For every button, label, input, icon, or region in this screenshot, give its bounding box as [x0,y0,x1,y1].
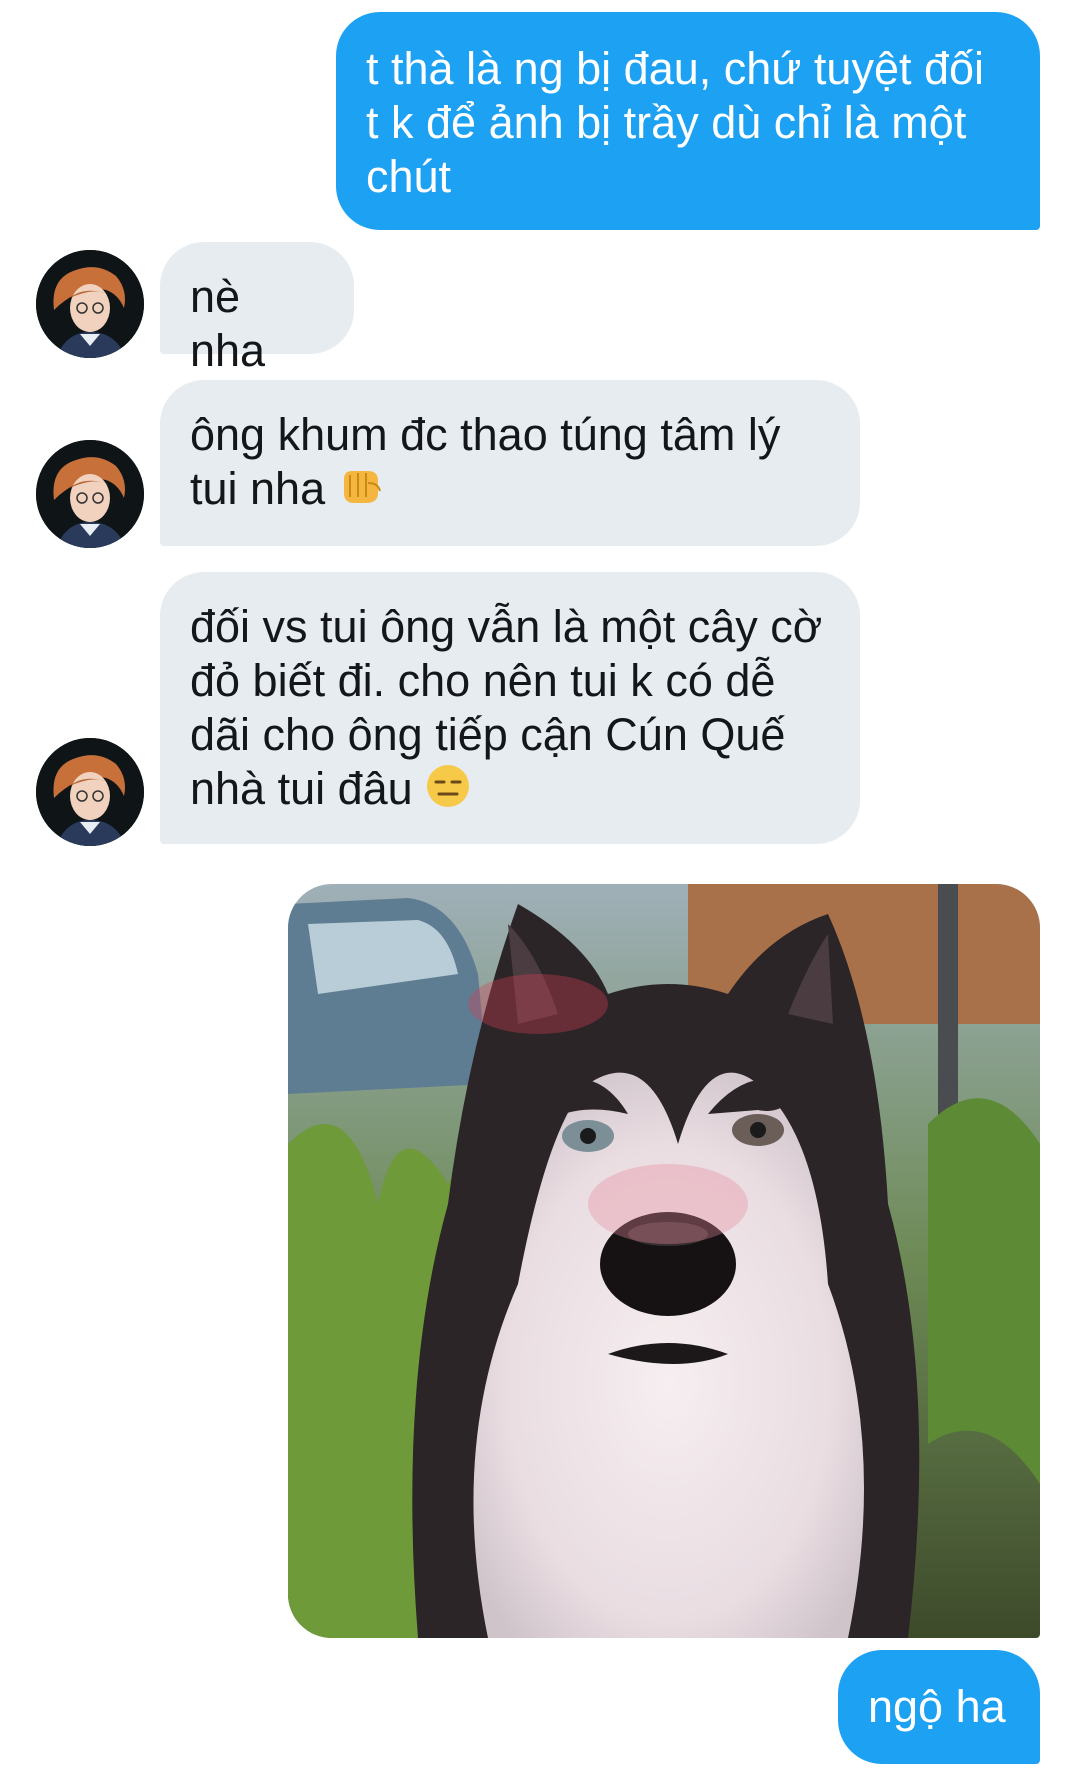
husky-photo[interactable] [288,884,1040,1638]
incoming-message-bubble[interactable]: nè nha [160,242,354,376]
message-text: đối vs tui ông vẫn là một cây cờ đỏ biết… [190,601,823,814]
avatar[interactable] [36,440,144,548]
fist-bump-emoji [338,465,384,519]
message-text-with-emoji: ông khum đc thao túng tâm lý tui nha [190,408,830,519]
incoming-message-bubble[interactable]: đối vs tui ông vẫn là một cây cờ đỏ biết… [160,572,860,844]
outgoing-message-bubble[interactable]: t thà là ng bị đau, chứ tuyệt đối t k để… [336,12,1040,230]
incoming-message-bubble[interactable]: ông khum đc thao túng tâm lý tui nha [160,380,860,546]
avatar[interactable] [36,738,144,846]
avatar[interactable] [36,250,144,358]
message-text: nè nha [190,271,266,376]
message-text: t thà là ng bị đau, chứ tuyệt đối t k để… [366,43,985,202]
message-text: ngộ ha [868,1681,1006,1732]
message-text-with-emoji: đối vs tui ông vẫn là một cây cờ đỏ biết… [190,600,830,821]
expressionless-face-emoji [425,763,471,821]
message-text: ông khum đc thao túng tâm lý tui nha [190,409,781,514]
outgoing-message-bubble[interactable]: ngộ ha [838,1650,1040,1764]
